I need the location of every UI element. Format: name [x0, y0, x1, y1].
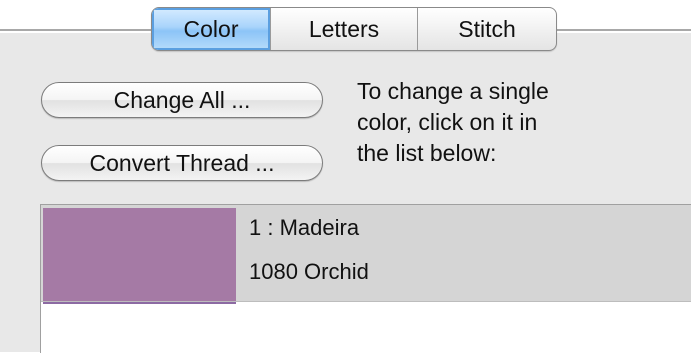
- convert-thread-button[interactable]: Convert Thread ...: [41, 145, 323, 181]
- help-text-line: To change a single: [357, 78, 549, 104]
- thread-list-row[interactable]: 1 : Madeira 1080 Orchid: [41, 205, 691, 304]
- help-text: To change a single color, click on it in…: [357, 76, 657, 169]
- color-swatch[interactable]: [43, 208, 236, 304]
- row-divider: [41, 301, 691, 302]
- tab-letters[interactable]: Letters: [271, 8, 418, 50]
- divider-left: [0, 29, 152, 31]
- tab-stitch[interactable]: Stitch: [418, 8, 556, 50]
- thread-color-panel: Color Letters Stitch Change All ... Conv…: [0, 0, 691, 353]
- help-text-line: color, click on it in: [357, 109, 538, 135]
- thread-brand-label: 1 : Madeira: [249, 215, 360, 240]
- divider-right: [556, 29, 691, 31]
- help-text-line: the list below:: [357, 140, 497, 166]
- thread-color-list: 1 : Madeira 1080 Orchid: [40, 204, 691, 353]
- thread-color-name: 1080 Orchid: [249, 259, 369, 284]
- tab-color[interactable]: Color: [152, 8, 271, 50]
- tab-bar: Color Letters Stitch: [151, 7, 557, 51]
- change-all-button[interactable]: Change All ...: [41, 82, 323, 118]
